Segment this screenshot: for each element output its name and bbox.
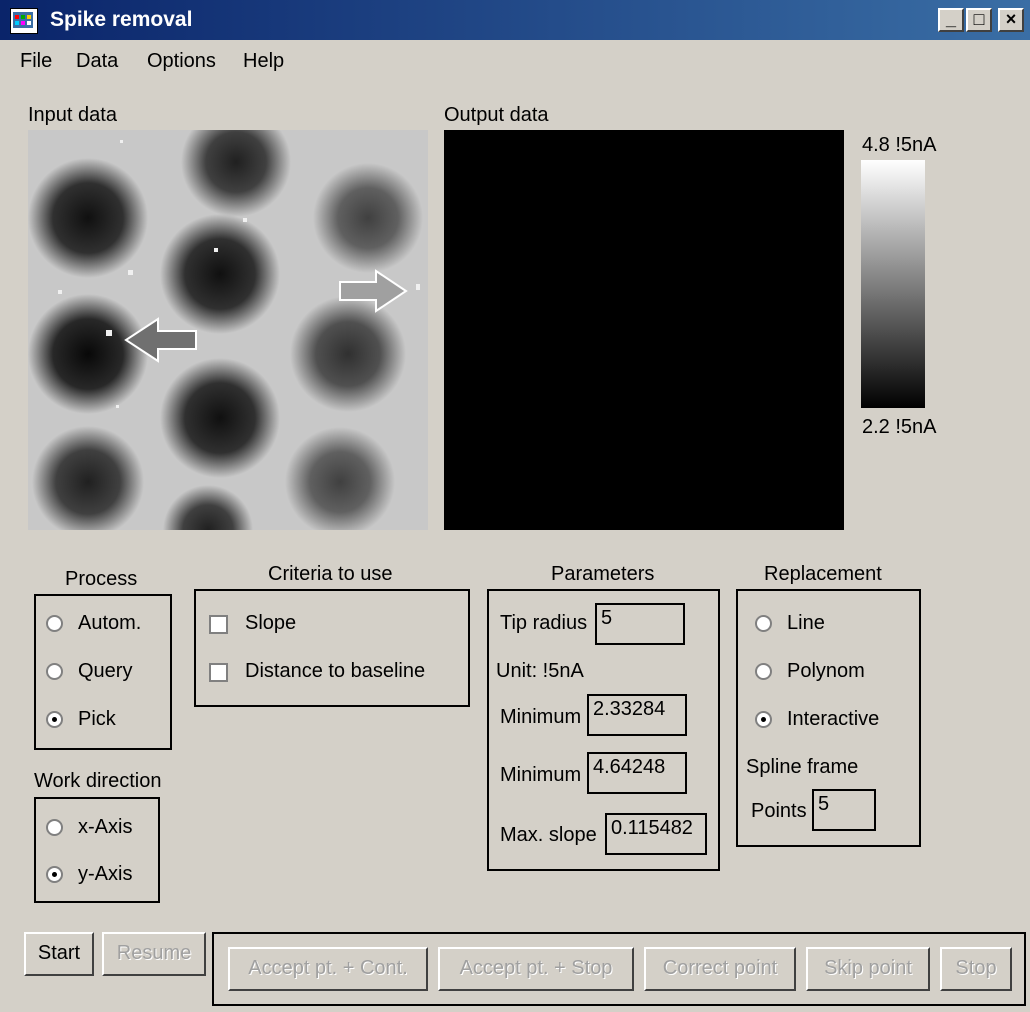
distance-to-baseline-checkbox[interactable]	[209, 663, 228, 682]
minimum-1-label: Minimum	[500, 706, 582, 728]
radio-line[interactable]	[755, 615, 772, 632]
slope-checkbox[interactable]	[209, 615, 228, 634]
minimum-2-label: Minimum	[500, 764, 582, 786]
criteria-title: Criteria to use	[268, 563, 393, 585]
radio-interactive[interactable]	[755, 711, 772, 728]
minimum-1-input[interactable]: 2.33284	[587, 694, 687, 736]
colorbar	[861, 160, 925, 408]
resume-button[interactable]: Resume	[102, 932, 206, 976]
menu-file[interactable]: File	[20, 50, 52, 73]
accept-point-continue-button[interactable]: Accept pt. + Cont.	[228, 947, 428, 991]
radio-line-label[interactable]: Line	[787, 612, 825, 635]
minimize-button[interactable]: _	[938, 8, 964, 32]
output-data-image[interactable]	[444, 130, 844, 530]
slope-checkbox-label[interactable]: Slope	[245, 612, 296, 635]
input-data-image[interactable]	[28, 130, 428, 530]
output-data-label: Output data	[444, 104, 549, 126]
skip-point-button[interactable]: Skip point	[806, 947, 930, 991]
minimum-2-input[interactable]: 4.64248	[587, 752, 687, 794]
accept-point-stop-button[interactable]: Accept pt. + Stop	[438, 947, 634, 991]
correct-point-button[interactable]: Correct point	[644, 947, 796, 991]
criteria-group	[194, 589, 470, 707]
radio-interactive-label[interactable]: Interactive	[787, 708, 879, 731]
right-arrow-icon	[339, 269, 408, 313]
work-direction-title: Work direction	[34, 770, 162, 792]
unit-label: Unit: !5nA	[496, 660, 584, 682]
radio-autom-label[interactable]: Autom.	[78, 612, 141, 635]
start-button[interactable]: Start	[24, 932, 94, 976]
points-input[interactable]: 5	[812, 789, 876, 831]
radio-polynom-label[interactable]: Polynom	[787, 660, 865, 683]
replacement-title: Replacement	[764, 563, 882, 585]
app-icon	[10, 8, 38, 34]
stop-button[interactable]: Stop	[940, 947, 1012, 991]
menu-data[interactable]: Data	[76, 50, 118, 73]
tip-radius-input[interactable]: 5	[595, 603, 685, 645]
parameters-title: Parameters	[551, 563, 655, 585]
menu-options[interactable]: Options	[147, 50, 216, 73]
radio-polynom[interactable]	[755, 663, 772, 680]
radio-y-axis[interactable]	[46, 866, 63, 883]
radio-x-axis[interactable]	[46, 819, 63, 836]
input-data-label: Input data	[28, 104, 117, 126]
tip-radius-label: Tip radius	[500, 612, 588, 634]
window-title: Spike removal	[50, 8, 193, 31]
process-title: Process	[65, 568, 138, 590]
spline-frame-label: Spline frame	[746, 756, 859, 778]
max-slope-input[interactable]: 0.115482	[605, 813, 707, 855]
radio-y-axis-label[interactable]: y-Axis	[78, 863, 132, 886]
colorbar-min-label: 2.2 !5nA	[862, 416, 937, 438]
maximize-button[interactable]: □	[966, 8, 992, 32]
radio-x-axis-label[interactable]: x-Axis	[78, 816, 132, 839]
work-direction-group	[34, 797, 160, 903]
distance-to-baseline-label[interactable]: Distance to baseline	[245, 660, 425, 683]
radio-autom[interactable]	[46, 615, 63, 632]
left-arrow-icon	[124, 317, 197, 363]
radio-pick[interactable]	[46, 711, 63, 728]
menu-help[interactable]: Help	[243, 50, 284, 73]
max-slope-label: Max. slope	[500, 824, 597, 846]
colorbar-max-label: 4.8 !5nA	[862, 134, 937, 156]
radio-pick-label[interactable]: Pick	[78, 708, 116, 731]
radio-query[interactable]	[46, 663, 63, 680]
points-label: Points	[751, 800, 807, 822]
close-button[interactable]: ×	[998, 8, 1024, 32]
radio-query-label[interactable]: Query	[78, 660, 132, 683]
